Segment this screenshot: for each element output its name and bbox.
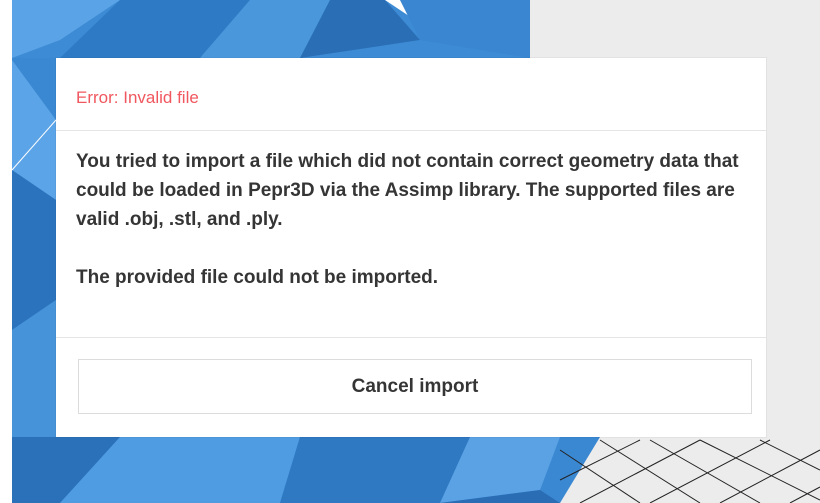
error-dialog: Error: Invalid file You tried to import … [56,58,766,437]
dialog-title: Error: Invalid file [76,88,199,107]
divider [56,337,766,338]
divider [56,130,766,131]
message-paragraph: The provided file could not be imported. [76,267,439,288]
cancel-import-button[interactable]: Cancel import [78,359,752,414]
message-paragraph: You tried to import a file which did not… [76,151,739,230]
error-message: You tried to import a file which did not… [76,147,748,292]
